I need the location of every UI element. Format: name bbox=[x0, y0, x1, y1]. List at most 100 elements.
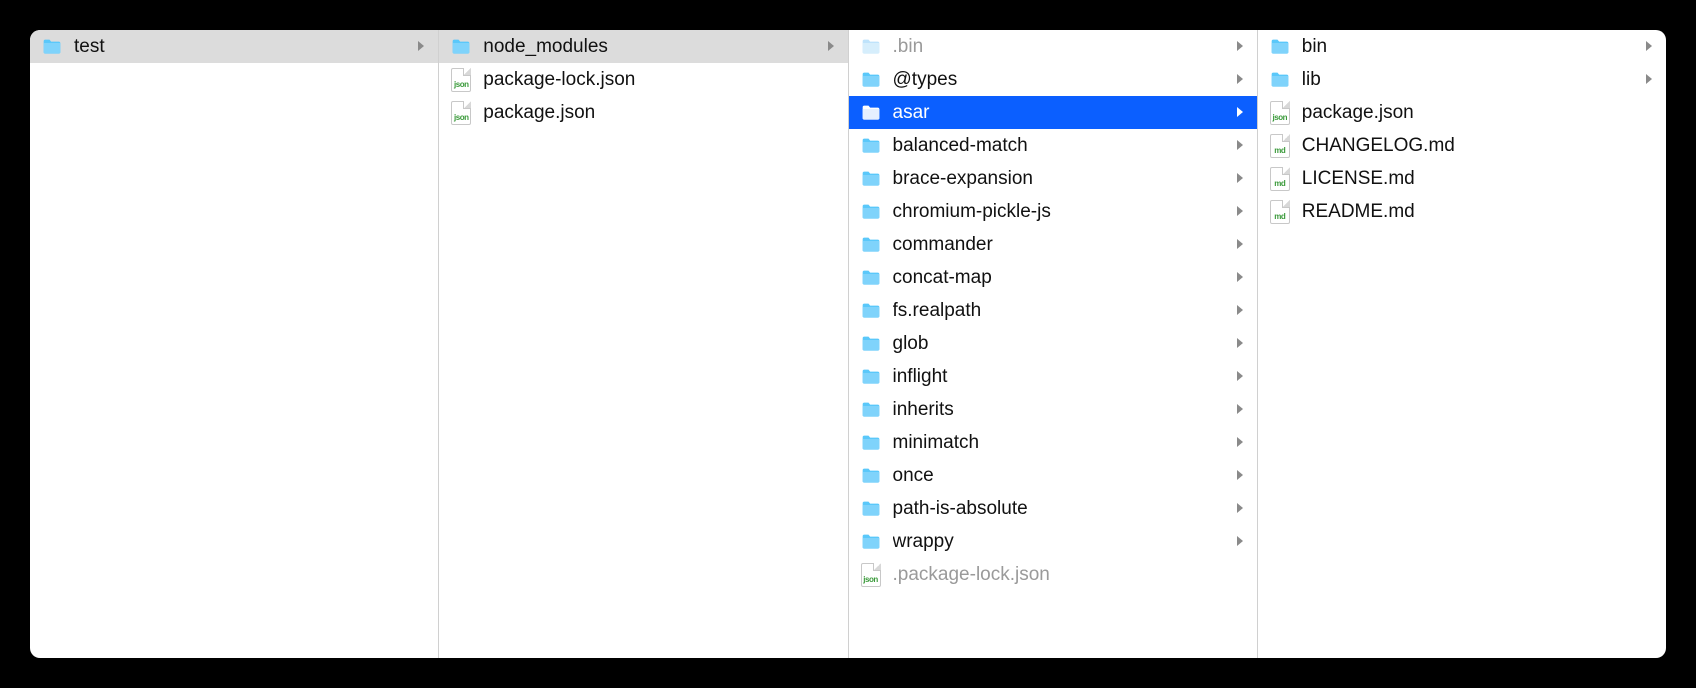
item-label: package-lock.json bbox=[483, 69, 839, 91]
chevron-right-icon bbox=[1235, 436, 1249, 450]
folder-icon bbox=[859, 200, 883, 224]
item-label: wrappy bbox=[893, 531, 1229, 553]
folder-icon bbox=[859, 431, 883, 455]
folder-row-wrappy[interactable]: wrappy bbox=[849, 525, 1257, 558]
folder-row-node-modules[interactable]: node_modules bbox=[439, 30, 847, 63]
chevron-right-icon bbox=[1235, 139, 1249, 153]
folder-row-minimatch[interactable]: minimatch bbox=[849, 426, 1257, 459]
finder-column-2[interactable]: .bin @types asar balanced-match brace-expans… bbox=[849, 30, 1258, 658]
folder-icon bbox=[859, 398, 883, 422]
folder-row-path-is-absolute[interactable]: path-is-absolute bbox=[849, 492, 1257, 525]
file-row-package-json[interactable]: json package.json bbox=[1258, 96, 1666, 129]
folder-icon bbox=[1268, 35, 1292, 59]
chevron-right-icon bbox=[1235, 535, 1249, 549]
json-file-icon: json bbox=[1268, 101, 1292, 125]
chevron-right-icon bbox=[1235, 106, 1249, 120]
folder-row-lib[interactable]: lib bbox=[1258, 63, 1666, 96]
item-label: asar bbox=[893, 102, 1229, 124]
folder-icon bbox=[859, 134, 883, 158]
folder-row-inherits[interactable]: inherits bbox=[849, 393, 1257, 426]
folder-row-balanced-match[interactable]: balanced-match bbox=[849, 129, 1257, 162]
item-label: package.json bbox=[1302, 102, 1658, 124]
chevron-right-icon bbox=[826, 40, 840, 54]
chevron-right-icon bbox=[1235, 271, 1249, 285]
folder-row-chromium-pickle-js[interactable]: chromium-pickle-js bbox=[849, 195, 1257, 228]
file-row-readme-md[interactable]: mdREADME.md bbox=[1258, 195, 1666, 228]
chevron-right-icon bbox=[1235, 403, 1249, 417]
folder-row-bin[interactable]: bin bbox=[1258, 30, 1666, 63]
folder-icon bbox=[859, 233, 883, 257]
finder-column-view: testnode_modulesjsonpackage-lock.jsonjso… bbox=[30, 30, 1666, 658]
chevron-right-icon bbox=[1235, 172, 1249, 186]
json-file-icon: json bbox=[449, 101, 473, 125]
folder-icon bbox=[859, 101, 883, 125]
item-label: minimatch bbox=[893, 432, 1229, 454]
chevron-right-icon bbox=[1644, 40, 1658, 54]
chevron-right-icon bbox=[1644, 73, 1658, 87]
folder-icon bbox=[859, 332, 883, 356]
folder-icon bbox=[859, 68, 883, 92]
chevron-right-icon bbox=[1235, 205, 1249, 219]
folder-icon bbox=[1268, 68, 1292, 92]
item-label: .bin bbox=[893, 36, 1229, 58]
item-label: once bbox=[893, 465, 1229, 487]
folder-icon bbox=[859, 167, 883, 191]
item-label: CHANGELOG.md bbox=[1302, 135, 1658, 157]
chevron-right-icon bbox=[1235, 73, 1249, 87]
chevron-right-icon bbox=[1235, 304, 1249, 318]
folder-icon bbox=[859, 464, 883, 488]
finder-column-3[interactable]: bin libjson package.json mdCHANGELOG.md md LI… bbox=[1258, 30, 1666, 658]
folder-row-once[interactable]: once bbox=[849, 459, 1257, 492]
item-label: glob bbox=[893, 333, 1229, 355]
folder-row-fs-realpath[interactable]: fs.realpath bbox=[849, 294, 1257, 327]
chevron-right-icon bbox=[1235, 370, 1249, 384]
folder-icon bbox=[859, 299, 883, 323]
item-label: commander bbox=[893, 234, 1229, 256]
finder-column-0[interactable]: test bbox=[30, 30, 439, 658]
item-label: test bbox=[74, 36, 410, 58]
folder-row-commander[interactable]: commander bbox=[849, 228, 1257, 261]
item-label: @types bbox=[893, 69, 1229, 91]
json-file-icon: json bbox=[859, 563, 883, 587]
folder-row-glob[interactable]: glob bbox=[849, 327, 1257, 360]
item-label: bin bbox=[1302, 36, 1638, 58]
folder-row--types[interactable]: @types bbox=[849, 63, 1257, 96]
folder-icon bbox=[40, 35, 64, 59]
chevron-right-icon bbox=[1235, 502, 1249, 516]
item-label: node_modules bbox=[483, 36, 819, 58]
item-label: package.json bbox=[483, 102, 839, 124]
md-file-icon: md bbox=[1268, 167, 1292, 191]
folder-row-concat-map[interactable]: concat-map bbox=[849, 261, 1257, 294]
item-label: LICENSE.md bbox=[1302, 168, 1658, 190]
folder-icon bbox=[859, 35, 883, 59]
item-label: inflight bbox=[893, 366, 1229, 388]
folder-row-test[interactable]: test bbox=[30, 30, 438, 63]
finder-column-1[interactable]: node_modulesjson package-lock.json jsonpac… bbox=[439, 30, 848, 658]
folder-icon bbox=[859, 266, 883, 290]
folder-icon bbox=[859, 365, 883, 389]
item-label: path-is-absolute bbox=[893, 498, 1229, 520]
item-label: lib bbox=[1302, 69, 1638, 91]
item-label: inherits bbox=[893, 399, 1229, 421]
item-label: README.md bbox=[1302, 201, 1658, 223]
folder-icon bbox=[859, 497, 883, 521]
folder-row-brace-expansion[interactable]: brace-expansion bbox=[849, 162, 1257, 195]
file-row--package-lock-json[interactable]: json .package-lock.json bbox=[849, 558, 1257, 591]
item-label: concat-map bbox=[893, 267, 1229, 289]
file-row-license-md[interactable]: md LICENSE.md bbox=[1258, 162, 1666, 195]
file-row-package-lock-json[interactable]: json package-lock.json bbox=[439, 63, 847, 96]
folder-icon bbox=[859, 530, 883, 554]
file-row-changelog-md[interactable]: mdCHANGELOG.md bbox=[1258, 129, 1666, 162]
file-row-package-json[interactable]: json package.json bbox=[439, 96, 847, 129]
folder-row--bin[interactable]: .bin bbox=[849, 30, 1257, 63]
item-label: brace-expansion bbox=[893, 168, 1229, 190]
chevron-right-icon bbox=[1235, 238, 1249, 252]
json-file-icon: json bbox=[449, 68, 473, 92]
item-label: chromium-pickle-js bbox=[893, 201, 1229, 223]
item-label: fs.realpath bbox=[893, 300, 1229, 322]
folder-row-inflight[interactable]: inflight bbox=[849, 360, 1257, 393]
item-label: .package-lock.json bbox=[893, 564, 1249, 586]
folder-icon bbox=[449, 35, 473, 59]
chevron-right-icon bbox=[1235, 469, 1249, 483]
folder-row-asar[interactable]: asar bbox=[849, 96, 1257, 129]
